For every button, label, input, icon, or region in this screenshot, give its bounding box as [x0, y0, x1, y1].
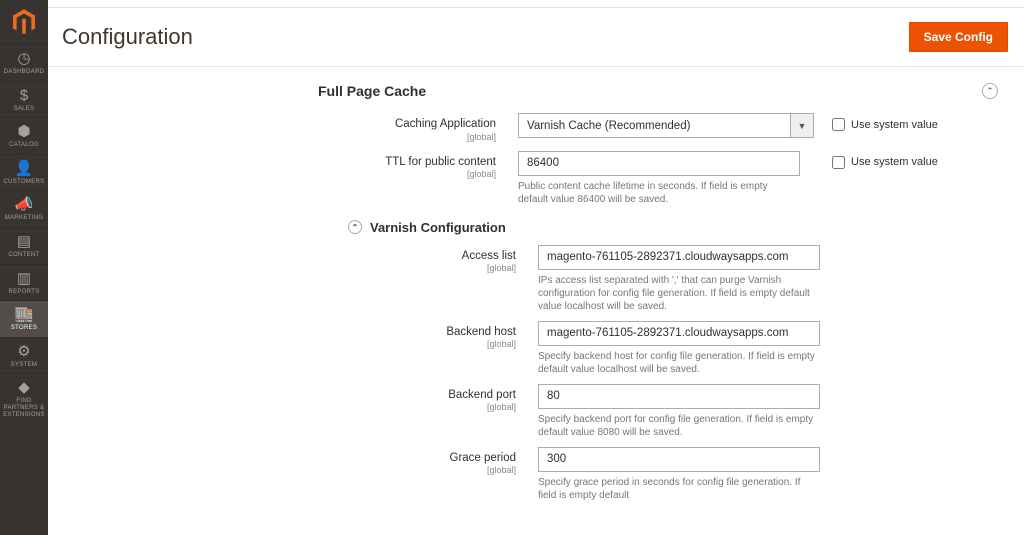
nav-sales[interactable]: $ SALES — [0, 81, 48, 118]
page-header: Configuration Save Config — [48, 8, 1024, 67]
label-ttl: TTL for public content [global] — [58, 151, 518, 181]
row-ttl: TTL for public content [global] Public c… — [58, 151, 1008, 206]
nav-customers[interactable]: 👤 CUSTOMERS — [0, 154, 48, 191]
sub-section-varnish[interactable]: ⌃ Varnish Configuration — [58, 214, 1008, 245]
row-backend-port: Backend port [global] Specify backend po… — [58, 384, 1008, 439]
grace-period-input[interactable] — [538, 447, 820, 472]
primary-nav: ◷ DASHBOARD $ SALES ⬢ CATALOG 👤 CUSTOMER… — [0, 44, 48, 423]
ttl-input[interactable] — [518, 151, 800, 176]
caching-application-use-system-checkbox[interactable] — [832, 118, 845, 131]
row-caching-application: Caching Application [global] Varnish Cac… — [58, 113, 1008, 143]
marketing-icon: 📣 — [15, 197, 34, 212]
partners-icon: ◆ — [18, 380, 30, 395]
section-heading[interactable]: Full Page Cache — [58, 83, 1008, 113]
ttl-use-system-checkbox[interactable] — [832, 156, 845, 169]
chevron-down-icon[interactable]: ▼ — [790, 113, 814, 138]
nav-marketing[interactable]: 📣 MARKETING — [0, 190, 48, 227]
sales-icon: $ — [20, 88, 28, 103]
label-grace-period: Grace period [global] — [58, 447, 538, 477]
access-list-note: IPs access list separated with ',' that … — [538, 274, 820, 313]
row-backend-host: Backend host [global] Specify backend ho… — [58, 321, 1008, 376]
page-title: Configuration — [62, 24, 193, 50]
magento-logo[interactable] — [0, 0, 48, 44]
backend-port-note: Specify backend port for config file gen… — [538, 413, 820, 439]
nav-dashboard[interactable]: ◷ DASHBOARD — [0, 44, 48, 81]
nav-catalog[interactable]: ⬢ CATALOG — [0, 117, 48, 154]
reports-icon: ▥ — [17, 271, 31, 286]
topbar — [48, 0, 1024, 8]
magento-logo-icon — [13, 9, 35, 35]
backend-host-note: Specify backend host for config file gen… — [538, 350, 820, 376]
use-system-label: Use system value — [851, 156, 938, 168]
dashboard-icon: ◷ — [17, 51, 30, 66]
catalog-icon: ⬢ — [17, 124, 30, 139]
grace-period-note: Specify grace period in seconds for conf… — [538, 476, 820, 502]
ttl-note: Public content cache lifetime in seconds… — [518, 180, 800, 206]
nav-partners[interactable]: ◆ FIND PARTNERS & EXTENSIONS — [0, 373, 48, 423]
backend-port-input[interactable] — [538, 384, 820, 409]
nav-reports[interactable]: ▥ REPORTS — [0, 264, 48, 301]
nav-content[interactable]: ▤ CONTENT — [0, 227, 48, 264]
system-icon: ⚙ — [17, 344, 30, 359]
content-icon: ▤ — [17, 234, 31, 249]
section-full-page-cache: ⌃ Full Page Cache Caching Application [g… — [58, 67, 1008, 502]
use-system-label: Use system value — [851, 119, 938, 131]
admin-sidebar: ◷ DASHBOARD $ SALES ⬢ CATALOG 👤 CUSTOMER… — [0, 0, 48, 535]
collapse-section-toggle[interactable]: ⌃ — [982, 83, 998, 99]
label-backend-host: Backend host [global] — [58, 321, 538, 351]
stores-icon: 🏬 — [15, 307, 34, 322]
chevron-up-icon: ⌃ — [986, 86, 994, 97]
row-access-list: Access list [global] IPs access list sep… — [58, 245, 1008, 313]
save-config-button[interactable]: Save Config — [909, 22, 1008, 52]
caching-application-select[interactable]: Varnish Cache (Recommended) ▼ — [518, 113, 814, 138]
backend-host-input[interactable] — [538, 321, 820, 346]
caching-application-value: Varnish Cache (Recommended) — [518, 113, 790, 138]
main-area: Configuration Save Config ⌃ Full Page Ca… — [48, 0, 1024, 535]
form-content: ⌃ Full Page Cache Caching Application [g… — [48, 67, 1024, 535]
row-grace-period: Grace period [global] Specify grace peri… — [58, 447, 1008, 502]
label-backend-port: Backend port [global] — [58, 384, 538, 414]
access-list-input[interactable] — [538, 245, 820, 270]
label-caching-application: Caching Application [global] — [58, 113, 518, 143]
nav-system[interactable]: ⚙ SYSTEM — [0, 337, 48, 374]
label-access-list: Access list [global] — [58, 245, 538, 275]
customers-icon: 👤 — [15, 161, 34, 176]
chevron-up-icon: ⌃ — [348, 220, 362, 234]
nav-stores[interactable]: 🏬 STORES — [0, 300, 48, 337]
